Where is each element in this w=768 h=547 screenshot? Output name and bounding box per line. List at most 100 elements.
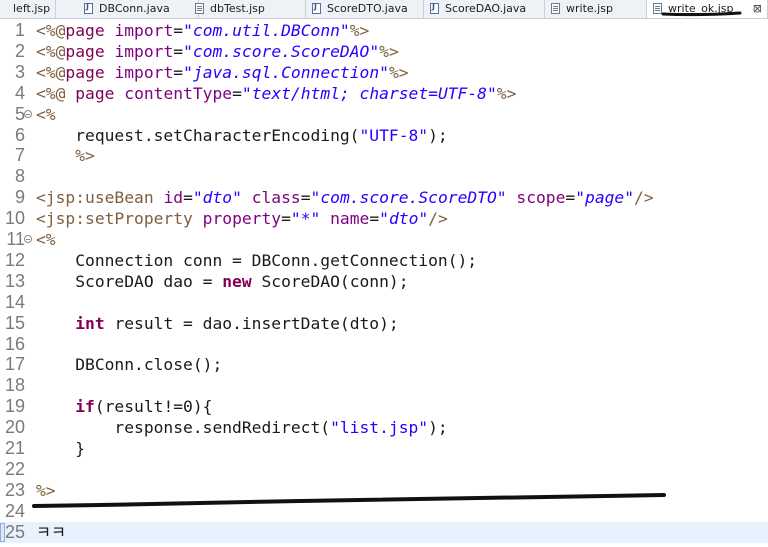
line-number: 4 bbox=[14, 82, 25, 103]
line-number: 25 bbox=[4, 521, 25, 542]
code-text: %> bbox=[36, 480, 56, 501]
line-number: 15 bbox=[4, 312, 25, 333]
code-token: name bbox=[330, 209, 370, 229]
code-line[interactable]: 18 bbox=[0, 375, 768, 396]
code-text: <jsp:useBean id="dto" class="com.score.S… bbox=[36, 187, 654, 208]
code-line[interactable]: 6 request.setCharacterEncoding("UTF-8"); bbox=[0, 125, 768, 146]
code-token: %> bbox=[349, 21, 370, 40]
line-number: 5 bbox=[14, 103, 25, 124]
code-token: = bbox=[173, 41, 184, 61]
code-line[interactable]: 4 <%@ page contentType="text/html; charse… bbox=[0, 83, 768, 104]
code-editor[interactable]: 1 <%@page import="com.util.DBConn"%> 2 <%@p… bbox=[0, 19, 768, 547]
code-token: import bbox=[114, 62, 174, 82]
line-number: 2 bbox=[14, 40, 25, 61]
code-token: ); bbox=[428, 125, 448, 145]
line-number: 21 bbox=[4, 438, 25, 458]
code-token: page bbox=[65, 62, 105, 82]
code-line[interactable]: 10 <jsp:setProperty property="*" name="dt… bbox=[0, 208, 768, 229]
line-number: 8 bbox=[14, 166, 25, 187]
code-token: "com.score.ScoreDTO" bbox=[310, 188, 507, 208]
tab-dbconn-java[interactable]: DBConn.java bbox=[78, 0, 199, 18]
code-line[interactable]: 8 bbox=[0, 166, 768, 187]
code-token: = bbox=[300, 188, 311, 208]
code-token: Connection conn = DBConn.getConnection()… bbox=[36, 250, 478, 270]
code-token: class bbox=[251, 188, 301, 208]
code-text: Connection conn = DBConn.getConnection()… bbox=[36, 250, 477, 271]
code-token: = bbox=[369, 209, 380, 229]
code-token: DBConn.close(); bbox=[36, 355, 223, 375]
code-token: = bbox=[565, 188, 576, 208]
code-token: = bbox=[232, 83, 242, 103]
code-line[interactable]: 21 } bbox=[0, 438, 768, 459]
code-line[interactable]: 7 %> bbox=[0, 145, 768, 166]
code-token: = bbox=[183, 188, 193, 208]
code-token: contentType bbox=[124, 83, 233, 103]
code-token: "com.util.DBConn" bbox=[183, 21, 350, 40]
code-line[interactable]: 5 <% bbox=[0, 104, 768, 125]
code-token: %> bbox=[379, 41, 399, 61]
jsp-file-icon bbox=[195, 3, 204, 14]
code-line[interactable]: 22 bbox=[0, 459, 768, 480]
code-text: if(result!=0){ bbox=[36, 396, 212, 417]
code-line[interactable]: 11 <% bbox=[0, 229, 768, 250]
tab-label: write_ok.jsp bbox=[668, 2, 734, 15]
code-line[interactable]: 13 ScoreDAO dao = new ScoreDAO(conn); bbox=[0, 271, 768, 292]
code-token: } bbox=[36, 439, 86, 458]
code-text: ㅋㅋ bbox=[36, 522, 66, 543]
tab-label: DBConn.java bbox=[99, 2, 170, 15]
code-token: <%@ bbox=[36, 62, 66, 82]
code-text: <%@page import="java.sql.Connection"%> bbox=[36, 62, 409, 83]
fold-toggle-icon[interactable] bbox=[24, 235, 32, 243]
code-token: <jsp:setProperty bbox=[36, 209, 193, 229]
code-line[interactable]: 20 response.sendRedirect("list.jsp"); bbox=[0, 417, 768, 438]
line-number: 24 bbox=[4, 500, 25, 521]
code-line[interactable]: 14 bbox=[0, 292, 768, 313]
code-token: %> bbox=[388, 62, 409, 82]
line-number: 17 bbox=[4, 354, 25, 375]
code-token: import bbox=[114, 21, 174, 40]
code-token: id bbox=[163, 188, 184, 208]
code-token: <%@ bbox=[36, 83, 66, 103]
code-token: "java.sql.Connection" bbox=[183, 62, 389, 82]
code-token: (result!=0){ bbox=[94, 397, 213, 417]
code-line[interactable]: 3 <%@page import="java.sql.Connection"%> bbox=[0, 62, 768, 83]
code-token: = bbox=[173, 62, 184, 82]
code-token: "page" bbox=[575, 188, 635, 208]
code-text: response.sendRedirect("list.jsp"); bbox=[36, 417, 447, 438]
tab-write-jsp[interactable]: write.jsp bbox=[545, 0, 647, 18]
code-token: new bbox=[222, 271, 252, 291]
jsp-file-icon bbox=[551, 3, 560, 14]
line-number: 6 bbox=[14, 124, 25, 145]
code-line[interactable]: 1 <%@page import="com.util.DBConn"%> bbox=[0, 20, 768, 41]
jsp-file-icon bbox=[653, 3, 662, 14]
code-text: request.setCharacterEncoding("UTF-8"); bbox=[36, 125, 448, 146]
code-line[interactable]: 2 <%@page import="com.score.ScoreDAO"%> bbox=[0, 41, 768, 62]
line-number: 20 bbox=[4, 417, 25, 438]
tab-scoredto-java[interactable]: ScoreDTO.java bbox=[306, 0, 424, 18]
code-token: ScoreDAO(conn); bbox=[251, 271, 409, 291]
code-line[interactable]: 12 Connection conn = DBConn.getConnectio… bbox=[0, 250, 768, 271]
line-number: 10 bbox=[4, 208, 25, 229]
code-line[interactable]: 23 %> bbox=[0, 480, 768, 501]
code-line[interactable]: 16 bbox=[0, 334, 768, 355]
line-number: 19 bbox=[4, 396, 25, 417]
fold-toggle-icon[interactable] bbox=[24, 109, 32, 118]
code-token: = bbox=[281, 209, 291, 229]
code-line[interactable]: 19 if(result!=0){ bbox=[0, 396, 768, 417]
code-line[interactable]: 17 DBConn.close(); bbox=[0, 354, 768, 375]
code-line[interactable]: 9 <jsp:useBean id="dto" class="com.score.… bbox=[0, 187, 768, 208]
tab-scoredao-java[interactable]: ScoreDAO.java bbox=[424, 0, 545, 18]
code-line[interactable]: 24 bbox=[0, 501, 768, 522]
current-code-line[interactable]: 25 ㅋㅋ bbox=[0, 521, 768, 543]
code-line[interactable]: 15 int result = dao.insertDate(dto); bbox=[0, 313, 768, 334]
tab-write-ok-jsp[interactable]: write_ok.jsp ⊠ bbox=[647, 0, 768, 18]
code-token: <%@ bbox=[36, 41, 66, 61]
tab-left-jsp[interactable]: left.jsp bbox=[0, 0, 56, 18]
code-token: "dto" bbox=[192, 188, 242, 208]
tab-dbtest-jsp[interactable]: dbTest.jsp bbox=[189, 0, 306, 18]
close-tab-icon[interactable]: ⊠ bbox=[753, 0, 762, 18]
line-number: 7 bbox=[14, 145, 25, 166]
code-token: page bbox=[65, 41, 105, 61]
